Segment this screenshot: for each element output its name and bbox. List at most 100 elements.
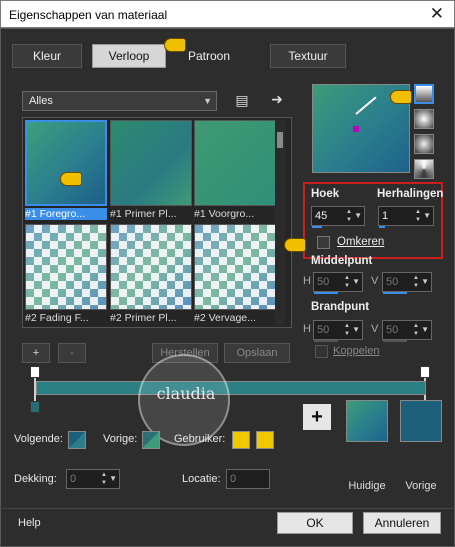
chevron-up-icon[interactable]: ▲ xyxy=(346,208,352,216)
brand-v-value: 50 xyxy=(386,324,399,336)
save-button[interactable]: Opslaan xyxy=(224,343,290,363)
tab-textuur[interactable]: Textuur xyxy=(270,44,346,68)
scrollbar-thumb[interactable] xyxy=(277,132,283,148)
gallery-item[interactable]: #2 Vervage... xyxy=(194,224,276,324)
chevron-down-icon[interactable]: ▼ xyxy=(346,216,352,224)
gallery-item-label: #2 Fading F... xyxy=(25,312,89,324)
herhalingen-slider[interactable] xyxy=(379,226,385,228)
dropdown-arrow-icon[interactable]: ▼ xyxy=(423,207,431,225)
chevron-up-icon[interactable]: ▲ xyxy=(413,274,419,282)
gradient-thumbnail xyxy=(25,224,107,310)
volgende-swatch[interactable] xyxy=(68,431,86,449)
gebruiker-label: Gebruiker: xyxy=(174,433,226,445)
color-stop-bottom-left[interactable] xyxy=(30,401,40,413)
vorige-swatch-label: Vorige xyxy=(405,480,437,492)
gradient-gallery: #1 Foregro... #1 Primer Pl... #1 Voorgro… xyxy=(22,117,292,328)
color-stop-top-left[interactable] xyxy=(30,366,40,378)
dropdown-arrow-icon[interactable]: ▼ xyxy=(354,207,362,225)
chevron-up-icon[interactable]: ▲ xyxy=(344,322,350,330)
brand-v-slider[interactable] xyxy=(383,340,407,342)
gallery-item[interactable]: #1 Voorgro... xyxy=(194,120,276,220)
chevron-down-icon[interactable]: ▼ xyxy=(101,479,107,487)
add-stop-button[interactable]: + xyxy=(22,343,50,363)
gebruiker-swatch-2[interactable] xyxy=(256,431,274,449)
omkeren-checkbox[interactable] xyxy=(317,236,330,249)
dropdown-arrow-icon[interactable]: ▼ xyxy=(421,273,429,291)
watermark-text: claudia xyxy=(156,384,216,403)
chevron-up-icon[interactable]: ▲ xyxy=(413,322,419,330)
herhalingen-value: 1 xyxy=(382,210,389,222)
dekking-stepper[interactable]: 0 ▲ ▼ ▼ xyxy=(66,469,120,489)
tab-kleur[interactable]: Kleur xyxy=(12,44,82,68)
chevron-down-icon[interactable]: ▼ xyxy=(415,216,421,224)
add-swatch-button[interactable]: + xyxy=(303,404,331,430)
close-icon[interactable]: ✕ xyxy=(430,4,444,24)
title-bar: Eigenschappen van materiaal ✕ xyxy=(0,0,455,28)
huidige-swatch[interactable] xyxy=(346,400,388,442)
arrow-right-icon[interactable]: ➜ xyxy=(267,89,287,109)
middel-h-slider[interactable] xyxy=(314,292,338,294)
middel-v-stepper[interactable]: 50 ▲ ▼ ▼ xyxy=(382,272,432,294)
brand-v-stepper[interactable]: 50 ▲ ▼ ▼ xyxy=(382,320,432,342)
gradient-thumbnail xyxy=(25,120,107,206)
middel-v-value: 50 xyxy=(386,276,399,288)
chevron-down-icon[interactable]: ▼ xyxy=(413,282,419,290)
chevron-down-icon[interactable]: ▼ xyxy=(413,330,419,338)
help-link[interactable]: Help xyxy=(18,517,41,529)
ok-button[interactable]: OK xyxy=(277,512,353,534)
brand-h-label: H xyxy=(303,323,311,335)
vorige-swatch[interactable] xyxy=(142,431,160,449)
chevron-up-icon[interactable]: ▲ xyxy=(415,208,421,216)
brand-h-stepper[interactable]: 50 ▲ ▼ ▼ xyxy=(313,320,363,342)
angle-center-handle[interactable] xyxy=(353,126,359,132)
middel-v-slider[interactable] xyxy=(383,292,407,294)
omkeren-label[interactable]: Omkeren xyxy=(337,236,384,248)
locatie-label: Locatie: xyxy=(182,473,221,485)
dropdown-arrow-icon[interactable]: ▼ xyxy=(352,273,360,291)
vorige-large-swatch[interactable] xyxy=(400,400,442,442)
huidige-label: Huidige xyxy=(348,480,386,492)
locatie-input[interactable]: 0 xyxy=(226,469,270,489)
gallery-item[interactable]: #2 Primer Pl... xyxy=(110,224,192,324)
middelpunt-label: Middelpunt xyxy=(311,255,373,267)
rectangular-style-button[interactable] xyxy=(414,109,434,129)
dropdown-arrow-icon[interactable]: ▼ xyxy=(421,321,429,339)
gallery-scrollbar[interactable] xyxy=(275,120,285,326)
color-stop-top-right[interactable] xyxy=(420,366,430,378)
gallery-item-label: #1 Primer Pl... xyxy=(110,208,177,220)
dropdown-arrow-icon[interactable]: ▼ xyxy=(109,470,117,488)
window-title: Eigenschappen van materiaal xyxy=(9,8,168,22)
gallery-item[interactable]: #1 Foregro... xyxy=(25,120,107,220)
hoek-slider[interactable] xyxy=(312,226,322,228)
gallery-item[interactable]: #1 Primer Pl... xyxy=(110,120,192,220)
cancel-button[interactable]: Annuleren xyxy=(363,512,441,534)
hoek-stepper[interactable]: 45 ▲ ▼ ▼ xyxy=(311,206,365,228)
gallery-item[interactable]: #2 Fading F... xyxy=(25,224,107,324)
chevron-down-icon[interactable]: ▼ xyxy=(344,330,350,338)
chevron-down-icon[interactable]: ▼ xyxy=(344,282,350,290)
gallery-item-label: #2 Primer Pl... xyxy=(110,312,177,324)
chevron-up-icon[interactable]: ▲ xyxy=(101,471,107,479)
tab-verloop[interactable]: Verloop xyxy=(92,44,166,68)
gebruiker-swatch-1[interactable] xyxy=(232,431,250,449)
koppelen-label[interactable]: Koppelen xyxy=(333,345,380,357)
linear-style-button[interactable] xyxy=(414,84,434,104)
list-view-icon[interactable]: ▤ xyxy=(232,90,252,110)
chevron-up-icon[interactable]: ▲ xyxy=(344,274,350,282)
koppelen-checkbox[interactable] xyxy=(315,345,328,358)
middel-v-label: V xyxy=(371,275,379,287)
gradient-thumbnail xyxy=(110,120,192,206)
pointer-hand-icon xyxy=(60,172,82,186)
middel-h-stepper[interactable]: 50 ▲ ▼ ▼ xyxy=(313,272,363,294)
dekking-label: Dekking: xyxy=(14,473,57,485)
hoek-value: 45 xyxy=(315,210,328,222)
chevron-down-icon: ▼ xyxy=(203,96,212,106)
remove-stop-button[interactable]: - xyxy=(58,343,86,363)
brand-h-slider[interactable] xyxy=(314,340,338,342)
radial-style-button[interactable] xyxy=(414,134,434,154)
sunburst-style-button[interactable] xyxy=(414,159,434,179)
category-dropdown[interactable]: Alles ▼ xyxy=(22,91,217,111)
gradient-thumbnail xyxy=(194,224,276,310)
herhalingen-stepper[interactable]: 1 ▲ ▼ ▼ xyxy=(378,206,434,228)
dropdown-arrow-icon[interactable]: ▼ xyxy=(352,321,360,339)
